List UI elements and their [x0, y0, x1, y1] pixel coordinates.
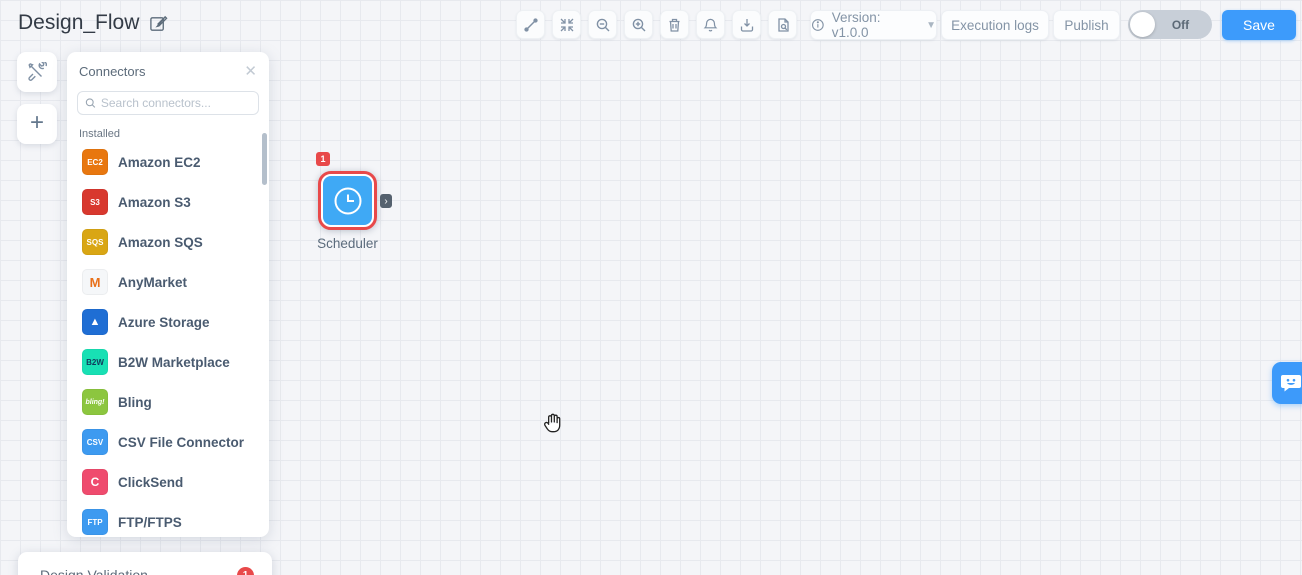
info-icon	[811, 19, 824, 31]
connector-item-b2w-marketplace[interactable]: B2W B2W Marketplace	[67, 342, 269, 382]
connector-item-amazon-s3[interactable]: S3 Amazon S3	[67, 182, 269, 222]
support-chat-button[interactable]	[1272, 362, 1302, 404]
plus-icon: +	[29, 109, 44, 136]
notifications-bell-icon[interactable]	[696, 10, 725, 39]
connector-item-amazon-ec2[interactable]: EC2 Amazon EC2	[67, 142, 269, 182]
connector-search	[77, 91, 259, 115]
node-label: Scheduler	[317, 236, 378, 251]
node-error-badge: 1	[316, 152, 330, 166]
zoom-out-icon[interactable]	[588, 10, 617, 39]
design-validation-bar[interactable]: Design Validation 1	[18, 552, 272, 575]
amazon-ec2-icon: EC2	[82, 149, 108, 175]
publish-button[interactable]: Publish	[1053, 10, 1120, 40]
installed-section-label: Installed	[79, 128, 120, 140]
connector-line-tool-icon[interactable]	[516, 10, 545, 39]
flow-enabled-toggle[interactable]: Off	[1128, 10, 1212, 39]
delete-icon[interactable]	[660, 10, 689, 39]
connector-item-clicksend[interactable]: C ClickSend	[67, 462, 269, 502]
connector-item-azure-storage[interactable]: ▲ Azure Storage	[67, 302, 269, 342]
connector-list: EC2 Amazon EC2 S3 Amazon S3 SQS Amazon S…	[67, 142, 269, 537]
scheduler-node[interactable]	[318, 171, 377, 230]
execution-logs-button[interactable]: Execution logs	[941, 10, 1049, 40]
b2w-marketplace-icon: B2W	[82, 349, 108, 375]
connector-item-csv-file-connector[interactable]: CSV CSV File Connector	[67, 422, 269, 462]
document-preview-icon[interactable]	[768, 10, 797, 39]
azure-storage-icon: ▲	[82, 309, 108, 335]
connector-item-ftp-ftps[interactable]: FTP FTP/FTPS	[67, 502, 269, 537]
clicksend-icon: C	[82, 469, 108, 495]
zoom-in-icon[interactable]	[624, 10, 653, 39]
version-label: Version: v1.0.0	[831, 10, 881, 40]
node-output-port[interactable]: ›	[380, 194, 392, 208]
search-icon	[85, 98, 96, 108]
flow-title: Design_Flow	[18, 11, 140, 34]
connector-item-anymarket[interactable]: M AnyMarket	[67, 262, 269, 302]
version-dropdown[interactable]: Version: v1.0.0 ▼	[810, 10, 937, 40]
add-node-button[interactable]: +	[17, 104, 57, 144]
support-chat-icon	[1281, 375, 1301, 392]
amazon-s3-icon: S3	[82, 189, 108, 215]
csv-file-icon: CSV	[82, 429, 108, 455]
connector-item-amazon-sqs[interactable]: SQS Amazon SQS	[67, 222, 269, 262]
anymarket-icon: M	[82, 269, 108, 295]
save-button[interactable]: Save	[1222, 10, 1296, 40]
panel-scrollbar-thumb[interactable]	[262, 133, 267, 185]
tools-button[interactable]	[17, 52, 57, 92]
toggle-state-label: Off	[1171, 17, 1190, 32]
import-download-icon[interactable]	[732, 10, 761, 39]
clock-icon	[334, 187, 361, 214]
connector-item-bling[interactable]: bling! Bling	[67, 382, 269, 422]
connectors-panel-title: Connectors	[79, 64, 146, 79]
connectors-panel: Connectors ✕ Installed EC2 Amazon EC2 S3…	[67, 52, 269, 537]
toggle-knob	[1130, 12, 1155, 37]
close-icon[interactable]: ✕	[244, 64, 257, 79]
fit-to-screen-icon[interactable]	[552, 10, 581, 39]
validation-error-badge: 1	[237, 566, 254, 575]
tools-icon	[28, 62, 47, 81]
flow-designer-app: { "header": { "title": "Design_Flow", "v…	[0, 0, 1302, 575]
search-connectors-input[interactable]	[100, 96, 251, 110]
design-validation-label: Design Validation	[40, 567, 148, 575]
amazon-sqs-icon: SQS	[82, 229, 108, 255]
ftp-ftps-icon: FTP	[82, 509, 108, 535]
page-title-row: Design_Flow	[18, 11, 168, 35]
rename-flow-icon[interactable]	[149, 14, 168, 33]
bling-icon: bling!	[82, 389, 108, 415]
chevron-down-icon: ▼	[926, 19, 936, 31]
